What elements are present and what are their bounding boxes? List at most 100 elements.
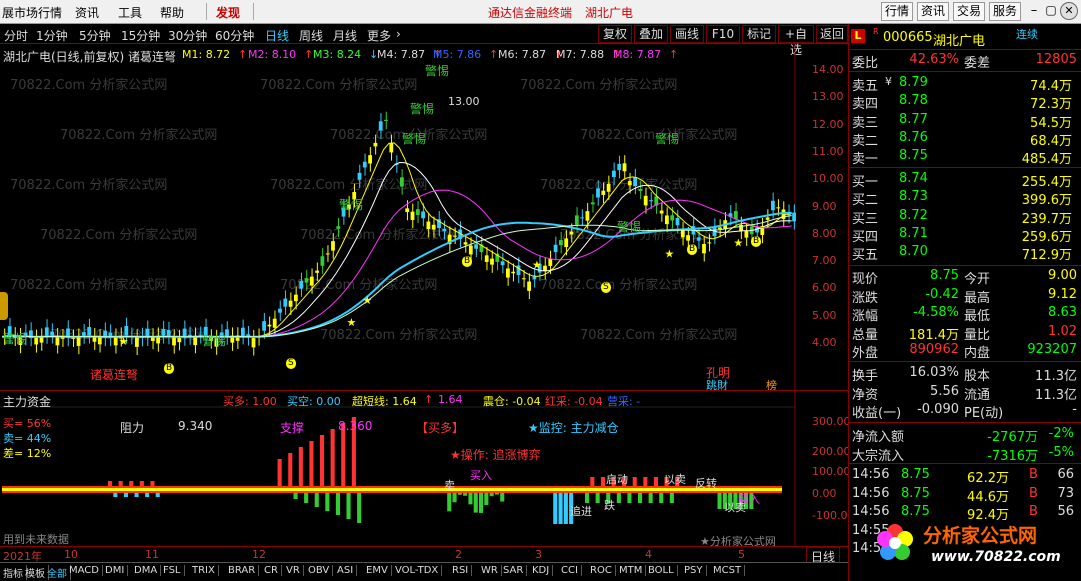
buy-pct: 买= 56% <box>3 417 52 430</box>
period-tab-active[interactable]: 日线 <box>265 27 289 44</box>
btn-overlay[interactable]: 叠加 <box>634 25 668 43</box>
top-btn-news[interactable]: 资讯 <box>917 2 949 21</box>
date-tick: 10 <box>64 548 78 561</box>
menu-help[interactable]: 帮助 <box>160 4 184 21</box>
btn-fuquan[interactable]: 复权 <box>598 25 632 43</box>
btn-back[interactable]: 返回 <box>816 25 848 43</box>
menu-market[interactable]: 展市场行情 <box>2 4 62 21</box>
sell-level: 卖二 <box>852 133 879 149</box>
indicator-tab[interactable]: OBV <box>305 565 334 576</box>
stat-value: -4.58% <box>913 305 959 320</box>
stat-value: 890962 <box>909 342 959 357</box>
indicator-tab[interactable]: MACD <box>66 565 103 576</box>
flow-svg <box>0 391 796 547</box>
indicator-tab[interactable]: MCST <box>710 565 746 576</box>
indicator-tab[interactable]: EMV <box>363 565 392 576</box>
capital-flow-chart[interactable]: 主力资金 买多: 1.00 买空: 0.00 超短线: 1.64 ↑ 1.64 … <box>0 390 854 548</box>
sell-row[interactable]: 卖五 ¥8.79 74.4万 <box>849 75 1081 94</box>
btn-draw[interactable]: 画线 <box>670 25 704 43</box>
candle-body <box>267 324 272 327</box>
sell-row[interactable]: 卖四 8.78 72.3万 <box>849 93 1081 112</box>
period-tab[interactable]: 5分钟 <box>79 27 111 44</box>
period-tab[interactable]: 月线 <box>333 27 357 44</box>
btn-mark[interactable]: 标记 <box>742 25 776 43</box>
candle-body <box>410 211 415 220</box>
candle-body <box>527 281 531 291</box>
indicator-tab[interactable]: DMA <box>131 565 162 576</box>
top-btn-quote[interactable]: 行情 <box>881 2 913 21</box>
buy-row[interactable]: 买三 8.72 239.7万 <box>849 207 1081 227</box>
close-icon[interactable]: ✕ <box>1060 2 1078 20</box>
sell-row[interactable]: 卖三 8.77 54.5万 <box>849 112 1081 131</box>
logo-url: www.70822.com <box>931 549 1061 565</box>
buy-row[interactable]: 买四 8.71 259.6万 <box>849 226 1081 245</box>
indicator-tab[interactable]: CCI <box>558 565 582 576</box>
indicator-tab[interactable]: PSY <box>681 565 707 576</box>
more-arrow-icon[interactable]: › <box>396 27 401 41</box>
candle-body <box>161 328 166 336</box>
indicator-tab[interactable]: RSI <box>449 565 473 576</box>
buy-volume: 712.9万 <box>1021 248 1072 264</box>
monitor-text: ★监控: 主力减仓 <box>528 421 619 435</box>
menu-news[interactable]: 资讯 <box>75 4 99 21</box>
period-tab[interactable]: 1分钟 <box>36 27 68 44</box>
flow-bar <box>558 489 563 524</box>
continuous-link[interactable]: 连续 <box>1016 26 1038 42</box>
indicator-tab[interactable]: KDJ <box>529 565 554 576</box>
period-tab[interactable]: 分时 <box>4 27 28 44</box>
top-btn-trade[interactable]: 交易 <box>953 2 985 21</box>
support-label: 支撑 <box>280 421 305 435</box>
top-btn-service[interactable]: 服务 <box>989 2 1021 21</box>
future-data-note: 用到未来数据 <box>3 533 69 546</box>
price-tick: 12.00 <box>812 117 844 131</box>
period-tab[interactable]: 30分钟 <box>168 27 207 44</box>
indicator-tab[interactable]: CR <box>261 565 282 576</box>
side-collapse-handle[interactable] <box>0 292 8 320</box>
sell-row[interactable]: 卖一 8.75 485.4万 <box>849 148 1081 167</box>
menu-discover[interactable]: 发现 <box>216 4 240 21</box>
indicator-tab[interactable]: MTM <box>616 565 647 576</box>
indicator-tab[interactable]: VOL-TDX <box>392 565 443 576</box>
buy-row[interactable]: 买二 8.73 399.6万 <box>849 189 1081 208</box>
tick-time: 14:56 <box>852 467 890 482</box>
buy-price: 8.72 <box>899 207 928 223</box>
period-tab[interactable]: 周线 <box>299 27 323 44</box>
indicator-tab[interactable]: DMI <box>102 565 129 576</box>
period-more[interactable]: 更多 <box>367 27 391 44</box>
stat-row: 现价 8.75 今开 9.00 <box>849 268 1081 287</box>
indicator-tab[interactable]: WR <box>478 565 502 576</box>
indicator-tab[interactable]: TRIX <box>189 565 219 576</box>
btn-add-fav[interactable]: +自选 <box>778 25 814 57</box>
maximize-icon[interactable]: ▢ <box>1043 2 1059 21</box>
buy-row[interactable]: 买一 8.74 255.4万 <box>849 171 1081 190</box>
candle-body <box>670 215 675 221</box>
period-tab[interactable]: 60分钟 <box>215 27 254 44</box>
menu-tools[interactable]: 工具 <box>118 4 142 21</box>
tick-volume: 44.6万 <box>967 489 1009 505</box>
indicator-tab[interactable]: ASI <box>334 565 358 576</box>
ma-line <box>1 215 792 338</box>
indicator-tab[interactable]: ROC <box>587 565 616 576</box>
stat-value: 8.63 <box>1048 305 1077 320</box>
candle-body <box>288 300 293 307</box>
btn-f10[interactable]: F10 <box>706 25 740 43</box>
flow-bar <box>330 429 335 489</box>
candle-body <box>468 245 473 255</box>
candle-body <box>251 338 256 348</box>
minimize-icon[interactable]: – <box>1026 2 1042 21</box>
ma-arrow-icon: ↑ <box>304 48 314 61</box>
buy-row[interactable]: 买五 8.70 712.9万 <box>849 244 1081 264</box>
period-tab[interactable]: 15分钟 <box>121 27 160 44</box>
candle-body <box>278 308 282 313</box>
tick-price: 8.75 <box>901 467 930 482</box>
indicator-tab[interactable]: BRAR <box>225 565 260 576</box>
sell-row[interactable]: 卖二 8.76 68.4万 <box>849 130 1081 149</box>
indicator-tab[interactable]: FSL <box>160 565 185 576</box>
indicator-tab[interactable]: SAR <box>500 565 528 576</box>
flow-bar <box>298 447 303 489</box>
kline-chart[interactable]: 70822.Com 分析家公式网 70822.Com 分析家公式网 70822.… <box>0 44 848 392</box>
ma-legend-item: M4: 7.87 <box>377 48 426 61</box>
indicator-tab[interactable]: VR <box>283 565 304 576</box>
indicator-tab[interactable]: BOLL <box>645 565 678 576</box>
price-tick: 10.00 <box>812 172 844 186</box>
